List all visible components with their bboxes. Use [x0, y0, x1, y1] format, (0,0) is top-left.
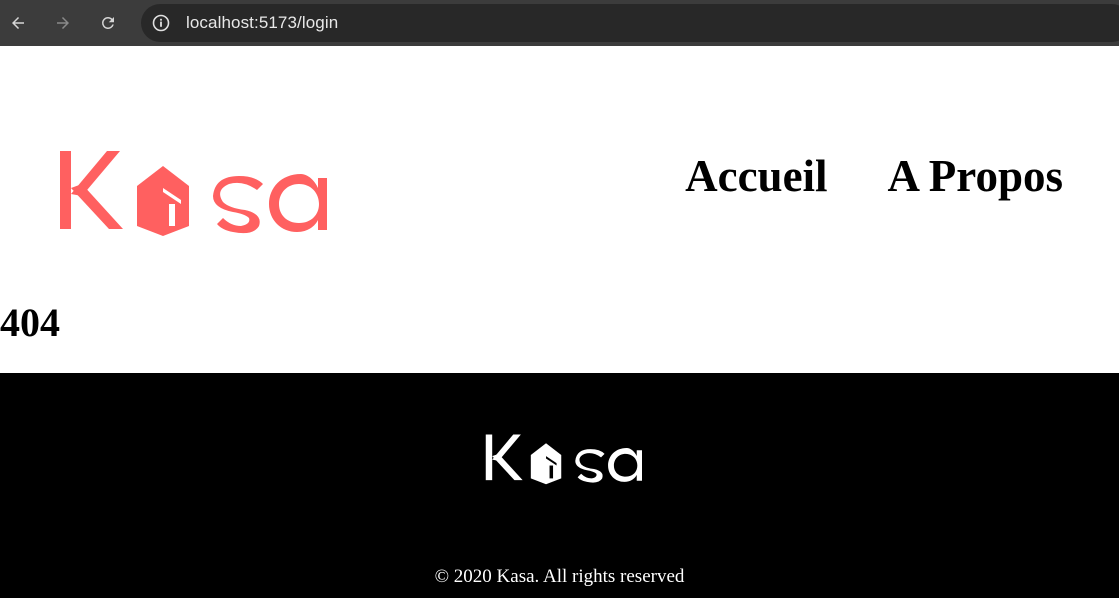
- forward-arrow-icon: [57, 17, 69, 29]
- kasa-logo[interactable]: [57, 148, 327, 236]
- reload-button[interactable]: [93, 8, 123, 38]
- copyright-text: © 2020 Kasa. All rights reserved: [434, 566, 685, 587]
- nav-link-accueil[interactable]: Accueil: [685, 150, 827, 202]
- info-icon[interactable]: [151, 13, 171, 33]
- forward-button[interactable]: [48, 8, 78, 38]
- address-bar[interactable]: localhost:5173/login: [141, 4, 1119, 42]
- reload-icon: [102, 17, 114, 29]
- back-arrow-icon: [12, 17, 24, 29]
- footer: © 2020 Kasa. All rights reserved: [0, 373, 1119, 598]
- main-nav: Accueil A Propos: [685, 150, 1063, 202]
- nav-link-a-propos[interactable]: A Propos: [888, 150, 1063, 202]
- url-text: localhost:5173/login: [186, 13, 339, 32]
- kasa-logo-footer: [485, 434, 642, 485]
- back-button[interactable]: [3, 8, 33, 38]
- error-code-heading: 404: [0, 300, 60, 345]
- browser-toolbar: localhost:5173/login: [0, 0, 1119, 46]
